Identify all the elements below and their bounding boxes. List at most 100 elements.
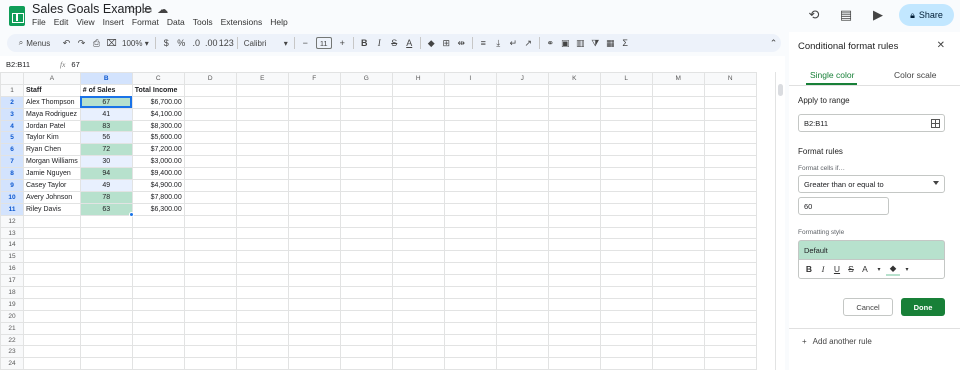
cell[interactable]: [703, 250, 757, 264]
sales-cell[interactable]: 67: [79, 95, 133, 109]
cell[interactable]: [547, 238, 601, 252]
cell[interactable]: [651, 131, 705, 145]
cell[interactable]: [183, 274, 237, 288]
sales-cell[interactable]: 78: [79, 190, 133, 204]
cell[interactable]: [547, 95, 601, 109]
cell[interactable]: [703, 238, 757, 252]
cell[interactable]: [651, 107, 705, 121]
cell[interactable]: [183, 190, 237, 204]
cell[interactable]: [495, 179, 549, 192]
text-wrap-icon[interactable]: ↵: [506, 34, 521, 52]
cell[interactable]: [339, 119, 393, 133]
strikethrough-button[interactable]: S: [387, 34, 402, 52]
cell[interactable]: [183, 83, 237, 97]
menu-edit[interactable]: Edit: [54, 17, 69, 27]
cell[interactable]: [339, 131, 393, 145]
cell[interactable]: [495, 83, 549, 97]
cell[interactable]: [443, 345, 497, 359]
vertical-scrollbar[interactable]: [775, 72, 785, 370]
cell[interactable]: [443, 333, 497, 347]
staff-cell[interactable]: Riley Davis: [23, 202, 81, 216]
cell[interactable]: [183, 297, 237, 311]
cell[interactable]: [183, 167, 237, 181]
cell[interactable]: [235, 167, 289, 181]
cell[interactable]: [287, 345, 341, 359]
column-header[interactable]: E: [235, 72, 289, 85]
cell[interactable]: [599, 309, 653, 323]
comments-icon[interactable]: ▤: [835, 4, 857, 26]
cell[interactable]: [287, 131, 341, 145]
cell[interactable]: [391, 107, 445, 121]
staff-cell[interactable]: Casey Taylor: [23, 179, 81, 192]
cell[interactable]: [23, 262, 81, 276]
cell[interactable]: [703, 119, 757, 133]
cell[interactable]: [651, 357, 705, 370]
cell[interactable]: [287, 321, 341, 335]
range-input[interactable]: B2:B11: [798, 114, 945, 132]
cell[interactable]: [391, 262, 445, 276]
cell[interactable]: [235, 345, 289, 359]
borders-icon[interactable]: ⊞: [439, 34, 454, 52]
cell[interactable]: [183, 226, 237, 240]
cell[interactable]: [339, 179, 393, 192]
cell[interactable]: [443, 309, 497, 323]
cell[interactable]: [651, 95, 705, 109]
column-header[interactable]: F: [287, 72, 341, 85]
text-rotation-icon[interactable]: ↗: [521, 34, 536, 52]
cell[interactable]: [495, 309, 549, 323]
cell[interactable]: [547, 262, 601, 276]
cell[interactable]: [547, 321, 601, 335]
staff-cell[interactable]: Jamie Nguyen: [23, 167, 81, 181]
cell[interactable]: [703, 226, 757, 240]
cell[interactable]: [79, 262, 133, 276]
cell[interactable]: [287, 274, 341, 288]
font-size-input[interactable]: 11: [315, 37, 332, 49]
cell[interactable]: [443, 155, 497, 169]
income-cell[interactable]: $3,000.00: [131, 155, 185, 169]
cell[interactable]: [131, 286, 185, 299]
select-range-icon[interactable]: [931, 119, 940, 128]
cell[interactable]: [23, 214, 81, 228]
cell[interactable]: [651, 238, 705, 252]
staff-cell[interactable]: Morgan Williams: [23, 155, 81, 169]
cell[interactable]: [391, 214, 445, 228]
row-header[interactable]: 21: [0, 321, 24, 335]
cell[interactable]: [23, 297, 81, 311]
cell[interactable]: [495, 107, 549, 121]
income-cell[interactable]: $9,400.00: [131, 167, 185, 181]
sales-cell[interactable]: 49: [79, 179, 133, 192]
cell[interactable]: [703, 107, 757, 121]
add-another-rule-button[interactable]: + Add another rule: [802, 337, 872, 346]
row-header[interactable]: 11: [0, 202, 24, 216]
cell[interactable]: [183, 155, 237, 169]
cell[interactable]: [443, 119, 497, 133]
menus-search[interactable]: ⌕ Menus: [7, 34, 59, 52]
cell[interactable]: [183, 286, 237, 299]
menu-insert[interactable]: Insert: [103, 17, 124, 27]
cell[interactable]: [599, 119, 653, 133]
font-size-decrease-button[interactable]: −: [298, 34, 313, 52]
cell[interactable]: [703, 190, 757, 204]
cell[interactable]: [391, 286, 445, 299]
cell[interactable]: [651, 250, 705, 264]
cell[interactable]: [443, 95, 497, 109]
cell[interactable]: [183, 262, 237, 276]
column-header[interactable]: A: [23, 72, 81, 85]
cell[interactable]: [23, 333, 81, 347]
cell[interactable]: [287, 95, 341, 109]
cell[interactable]: [287, 119, 341, 133]
cell[interactable]: [651, 345, 705, 359]
cell[interactable]: [79, 238, 133, 252]
cell[interactable]: [703, 214, 757, 228]
cell[interactable]: [391, 190, 445, 204]
column-header[interactable]: M: [651, 72, 705, 85]
row-header[interactable]: 10: [0, 190, 24, 204]
cell[interactable]: [131, 214, 185, 228]
column-header[interactable]: K: [547, 72, 601, 85]
cell[interactable]: [599, 214, 653, 228]
cell[interactable]: [235, 131, 289, 145]
menu-view[interactable]: View: [76, 17, 94, 27]
cell[interactable]: [443, 274, 497, 288]
header-cell[interactable]: Total Income: [131, 83, 185, 97]
font-size-increase-button[interactable]: +: [335, 34, 350, 52]
